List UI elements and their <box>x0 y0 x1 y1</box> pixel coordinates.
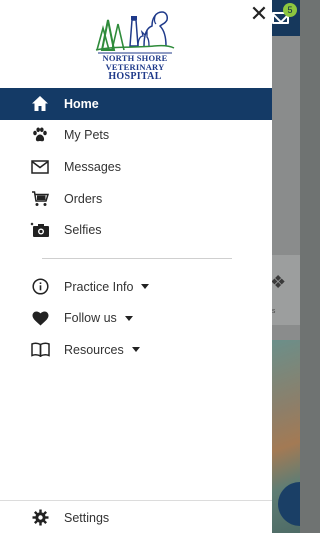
menu-item-label: Follow us <box>64 311 133 325</box>
menu-divider <box>42 258 232 259</box>
logo: NORTH SHORE VETERINARY HOSPITAL <box>94 6 176 82</box>
camera-icon <box>30 220 50 240</box>
info-icon <box>30 277 50 297</box>
background-card-caption: gs <box>272 308 276 315</box>
close-icon[interactable]: ✕ <box>249 3 269 25</box>
menu-item-label: Home <box>64 96 99 111</box>
menu-item-label: Settings <box>64 510 110 525</box>
menu-item-home[interactable]: Home <box>0 88 272 120</box>
menu-item-my-pets[interactable]: My Pets <box>0 120 272 152</box>
resources-label: Resources <box>64 342 124 357</box>
mail-icon <box>30 157 50 177</box>
menu-item-messages[interactable]: Messages <box>0 151 272 183</box>
chevron-down-icon <box>141 284 150 289</box>
logo-text-line3: HOSPITAL <box>108 71 162 82</box>
logo-graphic <box>95 11 175 54</box>
secondary-menu: Practice Info Follow us Resources <box>0 271 272 366</box>
background-header: 5 <box>272 0 300 36</box>
home-icon <box>30 94 50 114</box>
menu-item-follow-us[interactable]: Follow us <box>0 303 272 335</box>
menu-item-label: Selfies <box>64 223 102 238</box>
primary-menu: Home My Pets Messages Orders Selfies <box>0 88 272 246</box>
menu-item-label: Resources <box>64 343 140 357</box>
menu-item-label: Messages <box>64 159 121 174</box>
paw-icon <box>30 125 50 145</box>
menu-item-label: Practice Info <box>64 279 150 294</box>
menu-item-selfies[interactable]: Selfies <box>0 214 272 246</box>
follow-us-label: Follow us <box>64 311 117 326</box>
settings-divider <box>0 500 272 501</box>
notification-badge: 5 <box>283 3 297 17</box>
chevron-down-icon <box>131 347 140 353</box>
gear-icon <box>30 508 50 528</box>
navigation-drawer: ✕ NORTH SHORE VETERINARY HOSPITAL Home M… <box>0 0 272 533</box>
menu-item-orders[interactable]: Orders <box>0 183 272 215</box>
heart-icon <box>30 308 50 328</box>
menu-item-resources[interactable]: Resources <box>0 334 272 366</box>
background-app: 5 ❖ gs <box>272 0 300 533</box>
book-icon <box>30 340 50 360</box>
menu-item-settings[interactable]: Settings <box>0 502 272 533</box>
menu-item-label: My Pets <box>64 128 110 143</box>
cart-icon <box>30 189 50 209</box>
menu-item-label: Orders <box>64 191 103 206</box>
chevron-down-icon <box>124 315 133 321</box>
menu-item-practice-info[interactable]: Practice Info <box>0 271 272 303</box>
background-paw-icon: ❖ <box>272 272 287 292</box>
practice-info-label: Practice Info <box>64 279 134 294</box>
